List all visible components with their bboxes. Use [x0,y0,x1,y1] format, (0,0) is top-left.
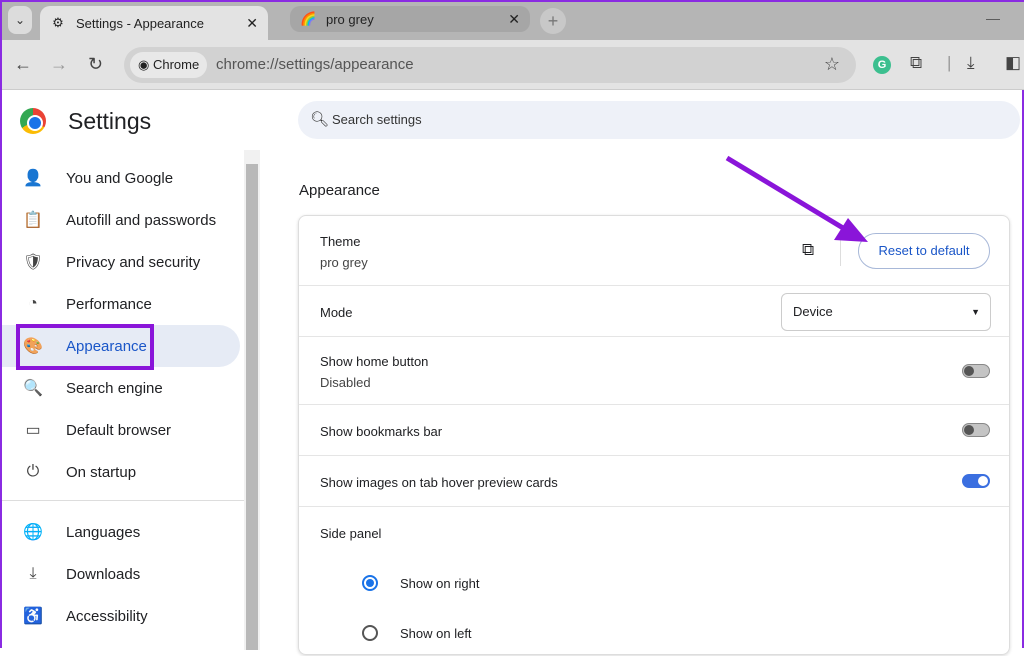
url-text[interactable]: chrome://settings/appearance [216,56,414,73]
scrollbar-thumb[interactable] [246,164,258,650]
hover-preview-row: Show images on tab hover preview cards [299,455,1009,506]
sidebar-item-languages[interactable]: 🌐 Languages [2,511,240,553]
toolbar-separator: | [947,53,952,72]
chrome-icon: ◉ [138,57,150,72]
search-placeholder: Search settings [332,112,422,127]
back-icon[interactable]: ← [14,54,32,75]
sidebar-item-label: Performance [66,295,152,313]
minimize-button[interactable]: — [986,10,1000,26]
gear-icon: ⚙ [52,15,64,30]
open-external-icon[interactable]: ⧉ [802,240,814,260]
search-input[interactable]: 🔍︎ Search settings [298,101,1020,139]
theme-icon: 🌈 [300,11,317,26]
mode-select[interactable]: Device ▼ [781,293,991,331]
sidebar-item-label: Privacy and security [66,253,201,271]
radio-show-on-left[interactable] [362,625,378,641]
home-value: Disabled [320,375,371,390]
mode-label: Mode [320,305,353,320]
sidebar-item-label: Downloads [66,565,141,583]
side-panel-label: Side panel [320,526,382,541]
option-label: Show on right [400,576,480,591]
sidebar-item-label: Default browser [66,421,172,439]
sidebar-icon: 👤 [23,170,43,187]
divider [840,236,841,266]
sidebar-icon: 📋 [23,212,43,229]
grammarly-icon[interactable]: G [873,56,891,74]
sidebar-item-default-browser[interactable]: ▭ Default browser [2,409,240,451]
forward-icon[interactable]: → [50,54,68,75]
home-button-toggle[interactable] [962,364,990,378]
chip-label: Chrome [152,57,200,72]
sidebar-item-label: On startup [66,463,137,481]
home-label: Show home button [320,354,429,369]
chrome-logo [20,108,46,134]
sidebar-icon: 🛡 [22,254,44,271]
sidebar-item-label: Search engine [66,379,163,397]
tab-pro-grey[interactable]: 🌈 pro grey ✕ [290,6,530,32]
sidebar-item-label: Languages [66,523,141,541]
theme-row: Theme pro grey ⧉ Reset to default [299,216,1009,285]
search-icon: 🔍︎ [310,111,330,128]
sidebar-icon: ◔ [28,295,38,312]
bookmarks-label: Show bookmarks bar [320,424,443,439]
sidebar-item-label: Appearance [66,337,147,355]
theme-value: pro grey [320,255,368,270]
sidebar: Settings 👤 You and Google 📋 Autofill and pa… [2,90,244,650]
sidebar-item-downloads[interactable]: ⤓ Downloads [2,553,240,595]
close-tab-icon[interactable]: ✕ [246,15,258,32]
sidebar-item-privacy-and-security[interactable]: 🛡 Privacy and security [2,241,240,283]
mode-value: Device [793,304,833,319]
theme-label: Theme [320,234,361,249]
mode-row: Mode Device ▼ [299,285,1009,336]
section-title: Appearance [299,182,380,199]
sidebar-item-accessibility[interactable]: ♿ Accessibility [2,595,240,637]
sidebar-divider [2,500,244,501]
tab-title: pro grey [326,11,374,27]
radio-show-on-right[interactable] [362,575,378,591]
toolbar: ← → ↻ ◉ Chrome chrome://settings/appeara… [2,40,1024,90]
site-chip[interactable]: ◉ Chrome [130,52,208,78]
sidebar-icon: 🌐 [23,524,43,541]
hover-preview-toggle[interactable] [962,474,990,488]
side-panel-icon[interactable]: ◧ [1005,53,1021,73]
tab-title: Settings - Appearance [76,15,204,31]
settings-title: Settings [68,108,152,134]
option-label: Show on left [400,626,472,641]
sidebar-item-performance[interactable]: ◔ Performance [2,283,240,325]
bookmark-star-icon[interactable]: ☆ [824,54,840,75]
bookmarks-row: Show bookmarks bar [299,404,1009,455]
sidebar-icon: ⏻ [26,463,40,480]
dropdown-caret-icon: ▼ [971,307,980,317]
side-panel-row: Side panel Show on right Show on left [299,506,1009,656]
appearance-card: Theme pro grey ⧉ Reset to default Mode D… [298,215,1010,655]
sidebar-item-label: Accessibility [66,607,148,625]
sidebar-item-you-and-google[interactable]: 👤 You and Google [2,157,240,199]
sidebar-item-label: Autofill and passwords [66,211,217,229]
sidebar-icon: ▭ [25,422,41,439]
bookmarks-toggle[interactable] [962,423,990,437]
reset-to-default-button[interactable]: Reset to default [858,233,990,269]
sidebar-icon: 🎨 [23,338,43,355]
address-bar[interactable]: ◉ Chrome chrome://settings/appearance ☆ [124,47,856,83]
tab-strip: ⌄ ⚙ Settings - Appearance ✕ 🌈 pro grey ✕… [2,2,1024,40]
tab-search-button[interactable]: ⌄ [8,6,32,34]
sidebar-item-on-startup[interactable]: ⏻ On startup [2,451,240,493]
extensions-icon[interactable]: ⧉ [910,53,922,73]
tab-settings[interactable]: ⚙ Settings - Appearance ✕ [40,6,268,40]
new-tab-button[interactable]: + [540,8,566,34]
hover-label: Show images on tab hover preview cards [320,475,558,490]
close-tab-icon[interactable]: ✕ [508,11,520,28]
download-icon[interactable]: ⤓ [967,53,975,73]
reload-icon[interactable]: ↻ [88,54,103,75]
sidebar-item-autofill-and-passwords[interactable]: 📋 Autofill and passwords [2,199,240,241]
sidebar-icon: ⤓ [29,565,37,582]
sidebar-item-appearance[interactable]: 🎨 Appearance [2,325,240,367]
sidebar-icon: ♿ [23,608,43,625]
home-button-row: Show home button Disabled [299,336,1009,404]
sidebar-item-search-engine[interactable]: 🔍 Search engine [2,367,240,409]
sidebar-icon: 🔍 [23,380,43,397]
sidebar-item-label: You and Google [66,169,174,187]
